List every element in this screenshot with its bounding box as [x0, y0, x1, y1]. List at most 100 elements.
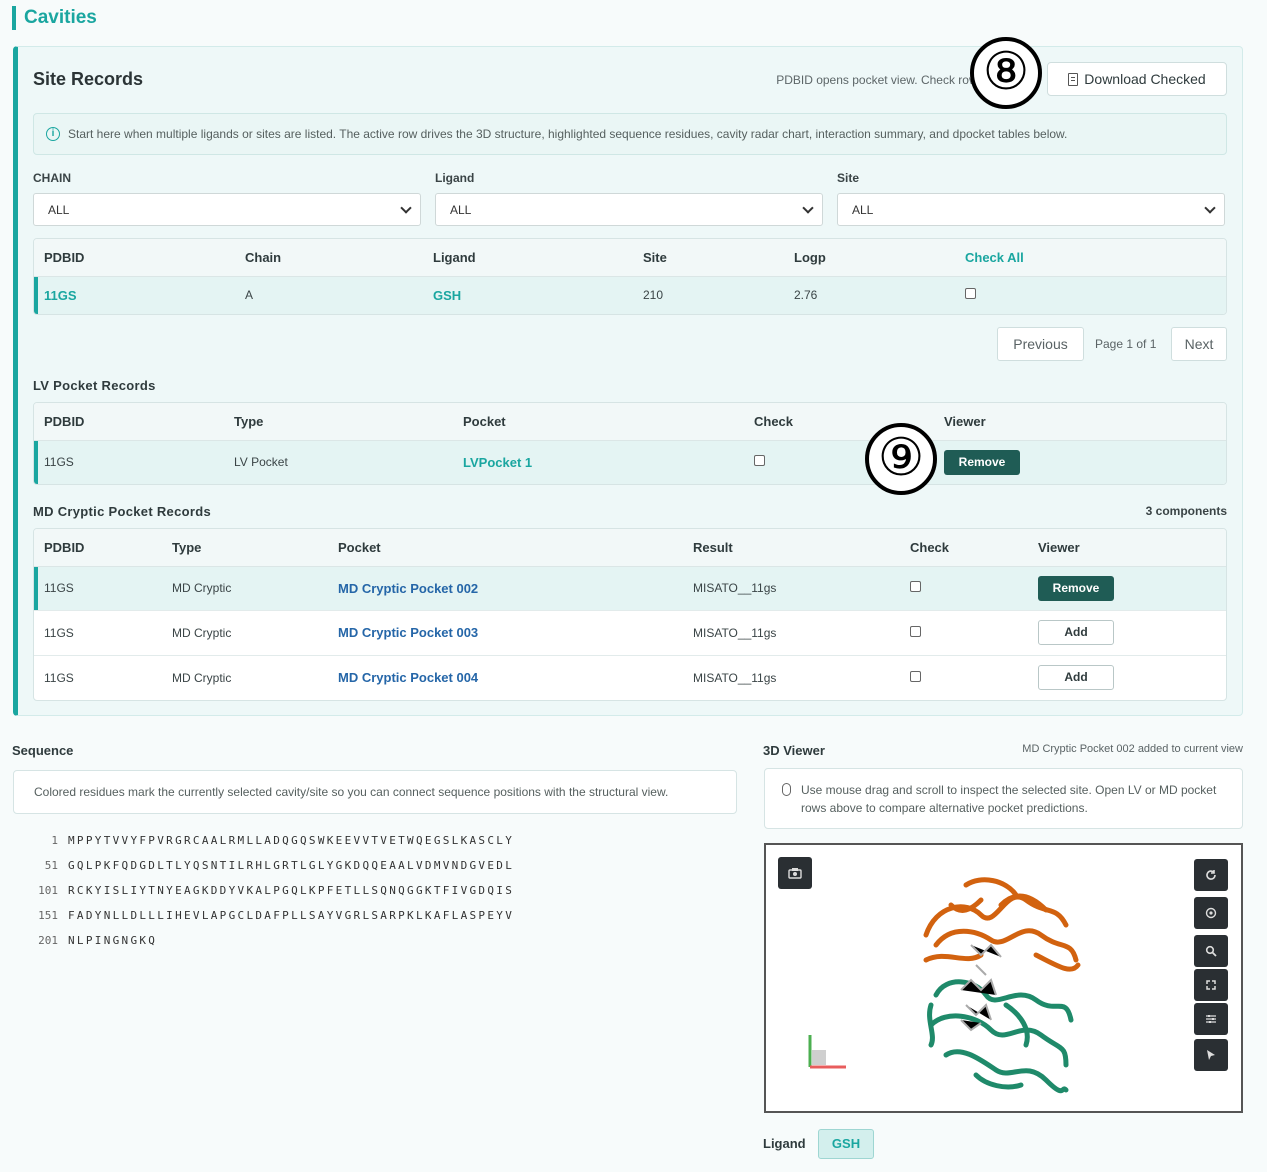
- annotation-9: ⑨: [865, 423, 937, 495]
- site-filter-label: Site: [837, 171, 860, 185]
- 3d-viewer-canvas[interactable]: [764, 843, 1243, 1113]
- info-icon: i: [46, 127, 60, 141]
- col-viewer: Viewer: [1028, 529, 1226, 567]
- row-checkbox[interactable]: [910, 581, 921, 592]
- chain-cell: A: [235, 276, 423, 314]
- page-title: Cavities: [12, 6, 97, 30]
- site-select[interactable]: ALL: [837, 193, 1225, 226]
- pdbid-cell: 11GS: [34, 566, 162, 611]
- sequence-title: Sequence: [12, 743, 74, 758]
- pocket-link[interactable]: MD Cryptic Pocket 004: [338, 670, 478, 685]
- type-cell: MD Cryptic: [162, 610, 328, 656]
- sequence-index: 101: [38, 884, 58, 897]
- ligand-label: Ligand: [763, 1136, 806, 1151]
- add-button[interactable]: Add: [1038, 620, 1114, 645]
- row-checkbox[interactable]: [965, 288, 976, 300]
- previous-button[interactable]: Previous: [997, 327, 1084, 361]
- col-result: Result: [683, 529, 900, 567]
- ligand-link[interactable]: GSH: [433, 288, 461, 303]
- row-checkbox[interactable]: [910, 670, 921, 682]
- sequence-index: 151: [38, 909, 58, 922]
- sequence-line: 1 MPPYTVVYFPVRGRCAALRMLLADQGQSWKEEVVTVETW…: [28, 828, 514, 853]
- sequence-line: 51 GQLPKFQDGDLTLYQSNTILRHLGRTLGLYGKDQQEAA…: [28, 853, 514, 878]
- site-select-value: ALL: [852, 202, 874, 217]
- sequence-residues: MPPYTVVYFPVRGRCAALRMLLADQGQSWKEEVVTVETWQ…: [68, 834, 515, 847]
- col-type: Type: [162, 529, 328, 567]
- col-site: Site: [633, 239, 784, 277]
- site-records-title: Site Records: [33, 69, 144, 89]
- mouse-icon: [782, 783, 791, 796]
- col-pocket: Pocket: [453, 403, 744, 441]
- sequence-residues: NLPINGNGKQ: [68, 934, 158, 947]
- site-records-table: PDBID Chain Ligand Site Logp Check All 1…: [33, 238, 1227, 315]
- protein-render: [808, 877, 1081, 1094]
- components-count: 3 components: [1145, 504, 1227, 518]
- remove-button[interactable]: Remove: [944, 449, 1020, 475]
- type-cell: MD Cryptic: [172, 670, 232, 685]
- site-records-card: Site Records PDBID opens pocket view. Ch…: [13, 46, 1243, 716]
- col-pdbid: PDBID: [34, 239, 235, 277]
- download-checked-label: Download Checked: [1084, 71, 1206, 87]
- chain-a-ribbon: [923, 877, 1081, 972]
- chevron-down-icon: [400, 201, 412, 214]
- table-row[interactable]: 11GS MD Cryptic MD Cryptic Pocket 002 MI…: [34, 566, 1226, 611]
- add-button[interactable]: Add: [1038, 665, 1114, 691]
- pdbid-link[interactable]: 11GS: [44, 288, 77, 303]
- pdbid-cell: 11GS: [34, 440, 224, 484]
- next-button[interactable]: Next: [1171, 327, 1227, 361]
- viewer-title: 3D Viewer: [763, 743, 825, 758]
- remove-button[interactable]: Remove: [1038, 575, 1114, 601]
- type-cell: LV Pocket: [224, 440, 453, 484]
- sequence-hint: Colored residues mark the currently sele…: [13, 770, 737, 814]
- site-cell: 210: [633, 276, 784, 314]
- result-cell: MISATO__11gs: [693, 670, 777, 685]
- col-viewer: Viewer: [934, 403, 1226, 441]
- col-pocket: Pocket: [328, 529, 683, 567]
- row-checkbox[interactable]: [910, 625, 921, 637]
- result-cell: MISATO__11gs: [683, 610, 900, 656]
- col-type: Type: [224, 403, 453, 441]
- col-chain: Chain: [235, 239, 423, 277]
- axis-gizmo: [808, 1035, 846, 1069]
- chain-filter-label: CHAIN: [33, 171, 71, 185]
- pocket-link[interactable]: MD Cryptic Pocket 003: [338, 625, 478, 640]
- chain-select[interactable]: ALL: [33, 193, 421, 226]
- chevron-down-icon: [1204, 201, 1216, 214]
- md-pocket-table: PDBID Type Pocket Result Check Viewer 11…: [33, 528, 1227, 701]
- ligand-select[interactable]: ALL: [435, 193, 823, 226]
- table-row[interactable]: 11GS MD Cryptic MD Cryptic Pocket 003 MI…: [34, 610, 1226, 656]
- check-all-link[interactable]: Check All: [955, 239, 1226, 277]
- sequence-residues: FADYNLLDLLLIHEVLAPGCLDAFPLLSAYVGRLSARPKL…: [68, 909, 515, 922]
- type-cell: MD Cryptic: [162, 566, 328, 611]
- sequence-lines: 1 MPPYTVVYFPVRGRCAALRMLLADQGQSWKEEVVTVETW…: [28, 828, 514, 953]
- file-icon: [1068, 72, 1079, 86]
- page-indicator: Page 1 of 1: [1095, 337, 1157, 351]
- lv-pocket-title: LV Pocket Records: [33, 378, 156, 393]
- table-row[interactable]: 11GS MD Cryptic MD Cryptic Pocket 004 MI…: [34, 655, 1226, 700]
- ligand-filter-label: Ligand: [435, 171, 475, 185]
- chain-select-value: ALL: [48, 202, 70, 217]
- viewer-hint-text: Use mouse drag and scroll to inspect the…: [801, 783, 1217, 815]
- col-pdbid: PDBID: [34, 529, 162, 567]
- col-pdbid: PDBID: [34, 403, 224, 441]
- chevron-down-icon: [802, 201, 814, 214]
- sequence-residues: RCKYISLIYTNYEAGKDDYVKALPGQLKPFETLLSQNQGG…: [68, 884, 515, 897]
- col-ligand: Ligand: [423, 239, 633, 277]
- result-cell: MISATO__11gs: [683, 566, 900, 611]
- viewer-hint: Use mouse drag and scroll to inspect the…: [764, 768, 1243, 829]
- download-checked-button[interactable]: Download Checked: [1047, 62, 1227, 96]
- ligand-chip[interactable]: GSH: [818, 1129, 874, 1159]
- ligand-select-value: ALL: [450, 202, 472, 217]
- pocket-link[interactable]: MD Cryptic Pocket 002: [338, 581, 478, 596]
- row-checkbox[interactable]: [754, 455, 765, 467]
- table-row[interactable]: 11GS LV Pocket LVPocket 1 Remove: [34, 440, 1226, 484]
- logp-cell: 2.76: [784, 276, 955, 314]
- table-row[interactable]: 11GS A GSH 210 2.76: [34, 276, 1226, 314]
- sequence-residues: GQLPKFQDGDLTLYQSNTILRHLGRTLGLYGKDQQEAALV…: [68, 859, 515, 872]
- info-banner: i Start here when multiple ligands or si…: [33, 113, 1227, 155]
- col-check: Check: [900, 529, 1028, 567]
- pocket-link[interactable]: LVPocket 1: [463, 455, 532, 470]
- sequence-line: 151 FADYNLLDLLLIHEVLAPGCLDAFPLLSAYVGRLSAR…: [28, 903, 514, 928]
- sequence-index: 1: [51, 834, 58, 847]
- pdbid-cell: 11GS: [34, 610, 162, 656]
